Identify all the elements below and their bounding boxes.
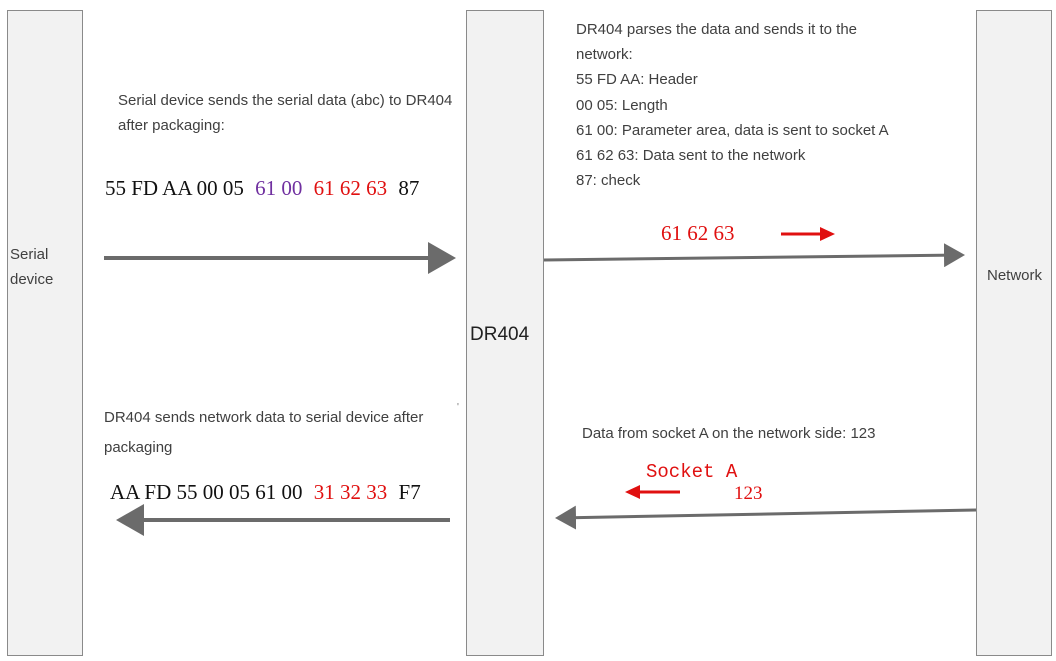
- red-left-arrowhead: [625, 485, 640, 499]
- red-right-arrowhead: [820, 227, 835, 241]
- dr404-to-network-arrow: [543, 243, 965, 268]
- flow-arrows: [104, 227, 977, 536]
- network-to-dr404-arrow: [555, 505, 977, 530]
